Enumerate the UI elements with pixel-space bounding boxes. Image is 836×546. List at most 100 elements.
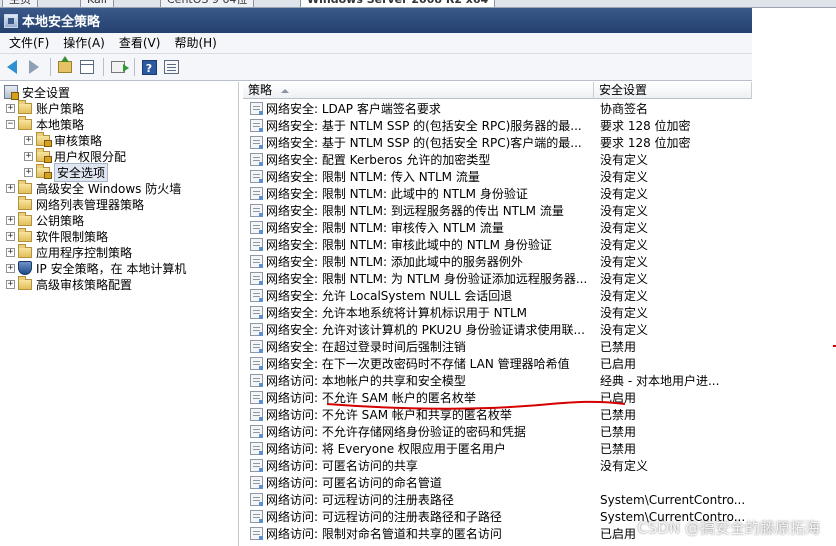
forward-button[interactable]: [24, 57, 44, 77]
menu-bar: 文件(F) 操作(A) 查看(V) 帮助(H): [0, 33, 752, 54]
policy-cell: 网络访问: 不允许 SAM 帐户的匿名枚举: [243, 389, 594, 406]
tab-centos[interactable]: CentOS 9 64位: [160, 0, 255, 7]
table-row[interactable]: 网络安全: 限制 NTLM: 审核此域中的 NTLM 身份验证 没有定义: [243, 236, 752, 253]
table-row[interactable]: 网络访问: 不允许 SAM 帐户和共享的匿名枚举 已禁用: [243, 406, 752, 423]
tree-item-local-policies[interactable]: − 本地策略: [6, 115, 84, 132]
table-row[interactable]: 网络安全: 配置 Kerberos 允许的加密类型 没有定义: [243, 151, 752, 168]
collapse-minus-icon[interactable]: −: [6, 119, 15, 129]
security-setting-value: 没有定义: [600, 255, 649, 269]
help-button[interactable]: ?: [139, 57, 159, 77]
tree-root[interactable]: 安全设置: [4, 84, 70, 100]
policy-name: 网络安全: 允许 LocalSystem NULL 会话回退: [266, 289, 513, 303]
table-row[interactable]: 网络访问: 不允许 SAM 帐户的匿名枚举 已启用: [243, 389, 752, 406]
expand-plus-icon[interactable]: +: [6, 247, 15, 257]
properties-button[interactable]: [161, 57, 181, 77]
policy-setting-icon: [250, 527, 263, 540]
up-one-level-button[interactable]: [55, 56, 75, 77]
tree-item-app-control[interactable]: + 应用程序控制策略: [6, 243, 132, 260]
policy-name: 网络安全: 限制 NTLM: 审核此域中的 NTLM 身份验证: [266, 238, 552, 252]
tree-item-audit-policy[interactable]: + 审核策略: [24, 131, 102, 148]
tree-item-label: 账户策略: [36, 101, 85, 116]
expand-plus-icon[interactable]: +: [6, 103, 15, 113]
policy-setting-icon: [250, 510, 263, 523]
export-list-button[interactable]: [108, 57, 129, 77]
expand-plus-icon[interactable]: +: [6, 183, 15, 193]
tree-item-firewall[interactable]: + 高级安全 Windows 防火墙: [6, 179, 181, 196]
navigation-tree: 安全设置 + 账户策略 − 本地策略 + 审核策略 + 用户权限分配 + 安全选…: [0, 82, 239, 546]
security-setting-value: 要求 128 位加密: [600, 119, 691, 133]
expand-plus-icon[interactable]: +: [6, 215, 15, 225]
tree-item-security-options[interactable]: + 安全选项: [24, 162, 109, 182]
security-setting-value: 没有定义: [600, 238, 649, 252]
export-icon: [111, 61, 129, 73]
security-setting-value: 没有定义: [600, 221, 649, 235]
table-row[interactable]: 网络访问: 可匿名访问的共享 没有定义: [243, 457, 752, 474]
tree-item-network-list[interactable]: 网络列表管理器策略: [6, 195, 144, 212]
help-icon: ?: [141, 59, 157, 75]
table-row[interactable]: 网络安全: 限制 NTLM: 为 NTLM 身份验证添加远程服务器... 没有定义: [243, 270, 752, 287]
table-row[interactable]: 网络安全: 限制 NTLM: 到远程服务器的传出 NTLM 流量 没有定义: [243, 202, 752, 219]
policy-cell: 网络安全: 允许 LocalSystem NULL 会话回退: [243, 287, 594, 304]
policy-name: 网络安全: 配置 Kerberos 允许的加密类型: [266, 153, 491, 167]
policy-cell: 网络访问: 将 Everyone 权限应用于匿名用户: [243, 440, 594, 457]
tree-item-advanced-audit[interactable]: + 高级审核策略配置: [6, 275, 132, 292]
policy-name: 网络访问: 可远程访问的注册表路径: [266, 493, 454, 507]
policy-setting-icon: [250, 170, 263, 183]
tree-item-account-policies[interactable]: + 账户策略: [6, 99, 85, 116]
table-row[interactable]: 网络访问: 可匿名访问的命名管道: [243, 474, 752, 491]
table-row[interactable]: 网络安全: 基于 NTLM SSP 的(包括安全 RPC)服务器的最... 要求 …: [243, 117, 752, 134]
table-row[interactable]: 网络访问: 本地帐户的共享和安全模型 经典 - 对本地用户进...: [243, 372, 752, 389]
policy-setting-icon: [250, 459, 263, 472]
tree-item-software-restriction[interactable]: + 软件限制策略: [6, 227, 108, 244]
folder-icon: [18, 227, 32, 242]
policy-cell: 网络安全: 限制 NTLM: 此域中的 NTLM 身份验证: [243, 185, 594, 202]
security-setting-value: 要求 128 位加密: [600, 136, 691, 150]
security-setting-value: 没有定义: [600, 459, 649, 473]
table-row[interactable]: 网络访问: 不允许存储网络身份验证的密码和凭据 已禁用: [243, 423, 752, 440]
table-row[interactable]: 网络安全: 限制 NTLM: 添加此域中的服务器例外 没有定义: [243, 253, 752, 270]
table-row[interactable]: 网络安全: 限制 NTLM: 审核传入 NTLM 流量 没有定义: [243, 219, 752, 236]
tab-windows-server[interactable]: Windows Server 2008 R2 x64: [300, 0, 496, 7]
security-setting-value: 没有定义: [600, 187, 649, 201]
menu-help[interactable]: 帮助(H): [167, 34, 223, 53]
table-row[interactable]: 网络安全: 允许对该计算机的 PKU2U 身份验证请求使用联... 没有定义: [243, 321, 752, 338]
table-row[interactable]: 网络安全: 基于 NTLM SSP 的(包括安全 RPC)客户端的最... 要求 …: [243, 134, 752, 151]
expand-plus-icon[interactable]: +: [24, 135, 33, 145]
table-row[interactable]: 网络安全: LDAP 客户端签名要求 协商签名: [243, 100, 752, 117]
table-row[interactable]: 网络安全: 在超过登录时间后强制注销 已禁用: [243, 338, 752, 355]
policy-setting-icon: [250, 340, 263, 353]
table-row[interactable]: 网络安全: 限制 NTLM: 传入 NTLM 流量 没有定义: [243, 168, 752, 185]
policy-setting-icon: [250, 153, 263, 166]
show-hide-tree-button[interactable]: [77, 57, 97, 77]
security-setting-value: 没有定义: [600, 272, 649, 286]
tree-item-public-key[interactable]: + 公钥策略: [6, 211, 84, 228]
policy-cell: 网络安全: 限制 NTLM: 审核此域中的 NTLM 身份验证: [243, 236, 594, 253]
menu-view[interactable]: 查看(V): [112, 34, 168, 53]
back-button[interactable]: [2, 57, 22, 77]
menu-action[interactable]: 操作(A): [56, 34, 112, 53]
table-row[interactable]: 网络安全: 在下一次更改密码时不存储 LAN 管理器哈希值 已启用: [243, 355, 752, 372]
menu-file[interactable]: 文件(F): [2, 34, 56, 53]
expand-plus-icon[interactable]: +: [6, 263, 15, 273]
policy-cell: 网络访问: 可远程访问的注册表路径和子路径: [243, 508, 594, 525]
table-row[interactable]: 网络访问: 将 Everyone 权限应用于匿名用户 已禁用: [243, 440, 752, 457]
policy-list: 策略 安全设置 网络安全: LDAP 客户端签名要求 协商签名 网络安全: 基于 N…: [243, 82, 752, 546]
policy-name: 网络安全: 限制 NTLM: 此域中的 NTLM 身份验证: [266, 187, 528, 201]
tab-home[interactable]: 主页: [2, 0, 38, 7]
column-header-policy[interactable]: 策略: [243, 82, 594, 99]
expand-plus-icon[interactable]: +: [6, 231, 15, 241]
policy-cell: 网络安全: 基于 NTLM SSP 的(包括安全 RPC)服务器的最...: [243, 117, 594, 134]
policy-folder-icon: [36, 147, 52, 163]
table-row[interactable]: 网络安全: 限制 NTLM: 此域中的 NTLM 身份验证 没有定义: [243, 185, 752, 202]
expand-plus-icon[interactable]: +: [24, 167, 33, 177]
tree-item-ip-security[interactable]: + IP 安全策略，在 本地计算机: [6, 260, 186, 276]
folder-icon: [18, 195, 32, 210]
table-row[interactable]: 网络安全: 允许 LocalSystem NULL 会话回退 没有定义: [243, 287, 752, 304]
column-header-setting[interactable]: 安全设置: [594, 82, 752, 99]
expand-plus-icon[interactable]: +: [24, 151, 33, 161]
tab-kali[interactable]: Kali: [80, 0, 114, 7]
table-row[interactable]: 网络访问: 可远程访问的注册表路径 System\CurrentContro...: [243, 491, 752, 508]
column-header-setting-label: 安全设置: [599, 83, 648, 97]
expand-plus-icon[interactable]: +: [6, 279, 15, 289]
table-row[interactable]: 网络安全: 允许本地系统将计算机标识用于 NTLM 没有定义: [243, 304, 752, 321]
